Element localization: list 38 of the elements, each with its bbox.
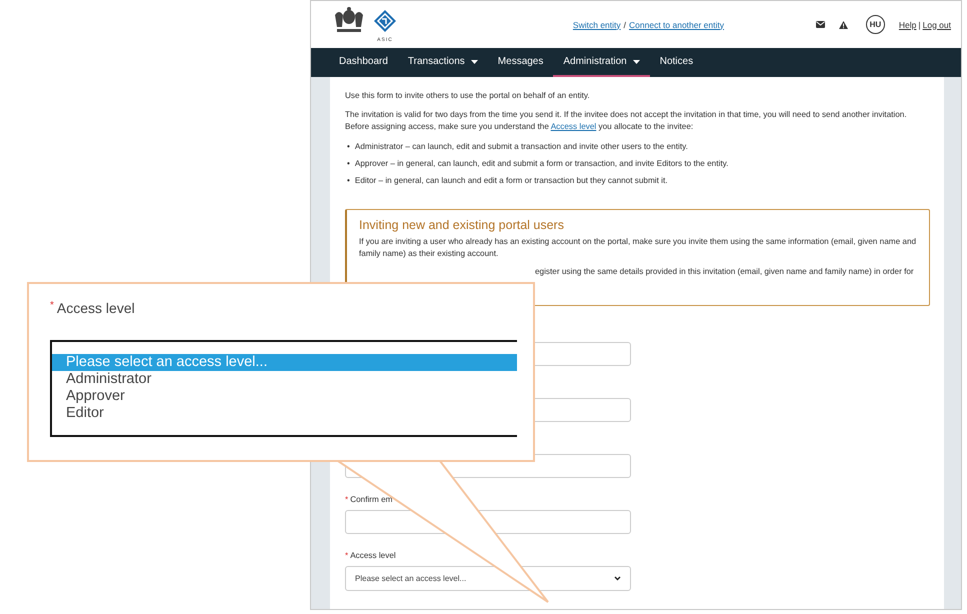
diamond-logo-icon: [373, 8, 397, 34]
required-mark: *: [345, 550, 348, 562]
required-mark: *: [345, 494, 348, 506]
notice-title: Inviting new and existing portal users: [359, 218, 565, 233]
bullet: •: [347, 141, 350, 153]
access-level-list[interactable]: Please select an access level... Administrator Approver Editor: [50, 340, 517, 437]
required-mark: *: [50, 300, 54, 311]
nav-tab[interactable]: Notices: [650, 48, 704, 77]
mail-icon[interactable]: [816, 21, 825, 28]
access-level-description: Approver – in general, can launch, edit and submit a form or transaction, and invite Editors to the entity.: [354, 158, 728, 170]
header-link[interactable]: Log out: [922, 20, 951, 30]
separator: |: [918, 20, 921, 30]
warning-icon[interactable]: [838, 20, 848, 28]
access-level-link[interactable]: Access level: [550, 122, 596, 131]
list-option[interactable]: Editor: [52, 405, 517, 422]
bullet: •: [347, 175, 350, 187]
field-label: Access level: [350, 550, 396, 562]
notice-text: If you are inviting a user who already has an existing account on the portal, make sure you invite them using the same information (email, given name and family name) as their existing account.: [359, 236, 917, 260]
paragraph: The invitation is valid for two days from the time you send it. If the invitee does not accept the invitation in that time, you will need to send another invitation. Before assigning access, make sure you understand the Access level you allocate to the invitee:: [345, 109, 908, 133]
user-avatar[interactable]: HU: [866, 15, 885, 34]
access-level-description: Editor – in general, can launch and edit a form or transaction but they cannot submit it.: [354, 175, 668, 187]
access-level-description: Administrator – can launch, edit and submit a transaction and invite other users to the entity.: [354, 141, 688, 153]
access-level-select[interactable]: Please select an access level...: [345, 566, 631, 591]
chevron-icon: [614, 576, 621, 581]
header-link[interactable]: Help: [898, 20, 916, 30]
list-option[interactable]: Approver: [52, 388, 517, 405]
nav-tab[interactable]: Transactions: [398, 48, 488, 77]
field-label: Access level: [56, 300, 135, 316]
bullet: •: [347, 158, 350, 170]
separator: /: [624, 20, 626, 30]
list-option[interactable]: Administrator: [52, 371, 517, 388]
paragraph: Use this form to invite others to use the portal on behalf of an entity.: [345, 90, 591, 102]
notice-text: egister using the same details provided in this invitation (email, given name and family name) in order for: [534, 266, 915, 278]
nav-tab[interactable]: Dashboard: [329, 48, 398, 77]
entity-link[interactable]: Connect to another entity: [629, 20, 724, 30]
nav-tab[interactable]: Messages: [488, 48, 554, 77]
field-label: Confirm em: [350, 494, 392, 506]
entity-link[interactable]: Switch entity: [572, 20, 621, 30]
